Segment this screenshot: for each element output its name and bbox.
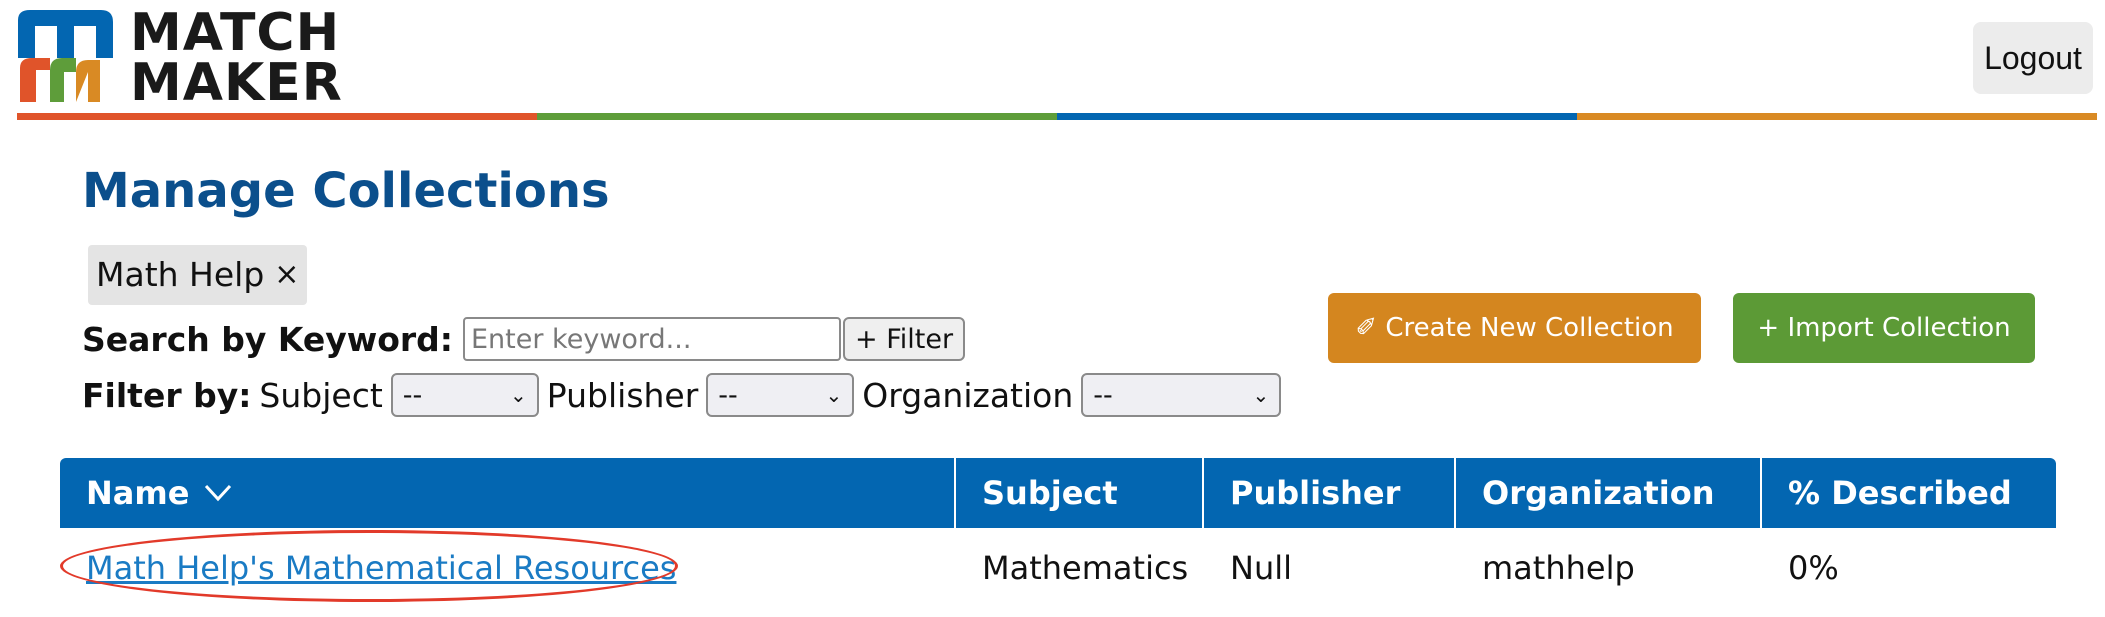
cell-subject: Mathematics <box>982 549 1189 587</box>
color-bar-segment <box>537 113 1057 120</box>
subject-select[interactable]: -- ⌄ <box>390 373 539 417</box>
logout-button[interactable]: Logout <box>1973 22 2093 94</box>
column-header-described[interactable]: % Described <box>1762 458 2056 528</box>
filter-button[interactable]: + Filter <box>843 317 966 361</box>
column-header-subject[interactable]: Subject <box>956 458 1204 528</box>
chevron-down-icon: ⌄ <box>510 383 527 407</box>
subject-filter-label: Subject <box>259 375 383 415</box>
publisher-select[interactable]: -- ⌄ <box>706 373 855 417</box>
cell-publisher: Null <box>1230 549 1292 587</box>
color-bar-segment <box>1057 113 1577 120</box>
filter-row: Filter by: Subject -- ⌄ Publisher -- ⌄ O… <box>82 372 1282 418</box>
logo-wordmark: MATCH MAKER <box>130 3 343 113</box>
column-header-publisher[interactable]: Publisher <box>1204 458 1456 528</box>
cell-name: Math Help's Mathematical Resources <box>60 528 956 608</box>
chevron-down-icon <box>205 484 232 502</box>
organization-filter-label: Organization <box>862 375 1074 415</box>
matchmaker-logo[interactable]: MATCH MAKER <box>18 3 348 113</box>
table-header: Name Subject Publisher Organization % De… <box>60 458 2056 528</box>
chip-label: Math Help <box>96 255 265 294</box>
collections-table: Name Subject Publisher Organization % De… <box>60 458 2056 608</box>
table-row: Math Help's Mathematical Resources Mathe… <box>60 528 2056 608</box>
keyword-search-row: Search by Keyword: + Filter <box>82 316 966 362</box>
import-collection-button[interactable]: + Import Collection <box>1733 293 2035 363</box>
app-header: MATCH MAKER Logout <box>0 0 2105 125</box>
cell-organization: mathhelp <box>1482 549 1635 587</box>
collection-link[interactable]: Math Help's Mathematical Resources <box>86 549 676 587</box>
page-title: Manage Collections <box>82 163 610 219</box>
logo-line-1: MATCH <box>130 3 341 63</box>
column-header-organization[interactable]: Organization <box>1456 458 1762 528</box>
logo-line-2: MAKER <box>130 53 343 113</box>
publisher-filter-label: Publisher <box>546 375 699 415</box>
organization-select[interactable]: -- ⌄ <box>1081 373 1282 417</box>
create-new-collection-button[interactable]: ✐ Create New Collection <box>1328 293 1701 363</box>
column-header-name[interactable]: Name <box>60 458 956 528</box>
subject-select-value: -- <box>402 379 423 411</box>
search-label: Search by Keyword: <box>82 319 453 359</box>
chip-close-icon[interactable]: × <box>274 245 299 305</box>
cell-described: 0% <box>1788 549 1839 587</box>
active-filter-chip: Math Help × <box>88 245 308 305</box>
chevron-down-icon: ⌄ <box>1252 383 1270 407</box>
organization-select-value: -- <box>1093 379 1113 411</box>
logo-mark-icon <box>18 10 113 102</box>
color-bar-segment <box>17 113 537 120</box>
keyword-search-input[interactable] <box>463 317 841 361</box>
color-bar-segment <box>1577 113 2097 120</box>
header-color-bar <box>17 113 2097 120</box>
chevron-down-icon: ⌄ <box>825 383 843 407</box>
publisher-select-value: -- <box>718 379 738 411</box>
filter-by-label: Filter by: <box>82 375 252 415</box>
column-header-label: Name <box>86 474 190 512</box>
